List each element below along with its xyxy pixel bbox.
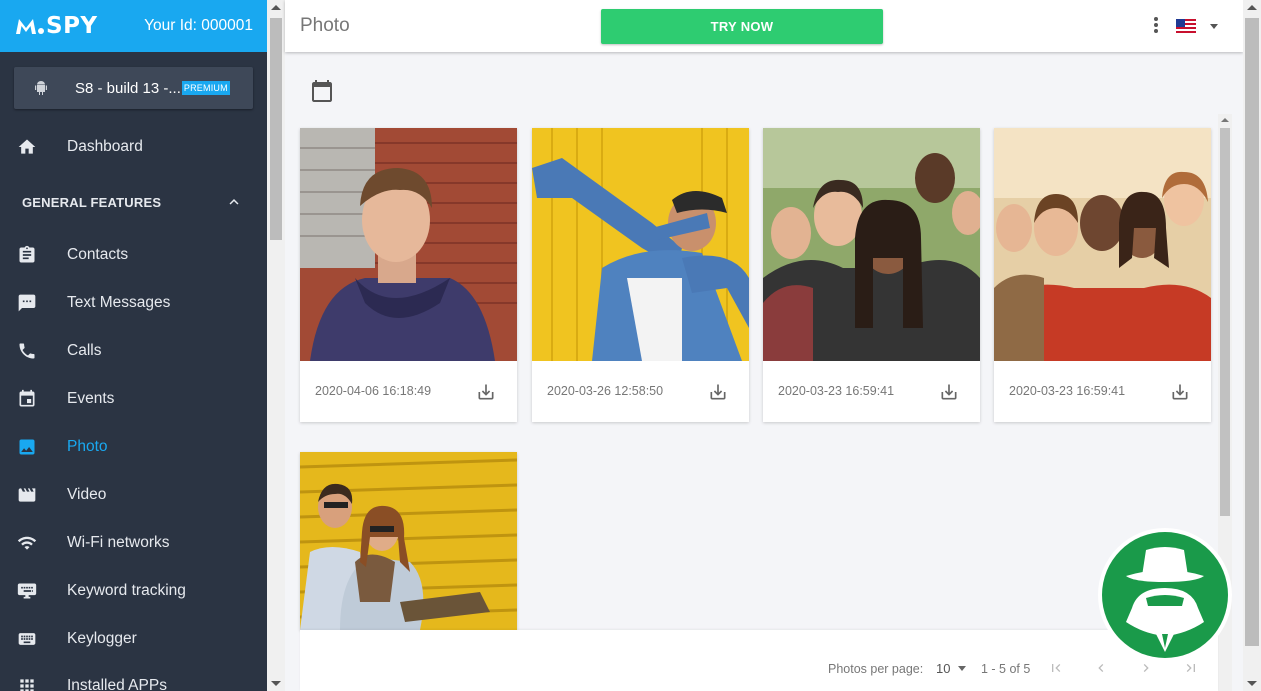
message-icon xyxy=(18,294,36,312)
scroll-up-arrow[interactable] xyxy=(271,5,281,10)
photo-group-friends-image xyxy=(994,128,1211,361)
sidebar-item-contacts[interactable]: Contacts xyxy=(0,235,267,275)
photo-couple-image xyxy=(300,452,517,630)
first-page-icon xyxy=(1052,664,1061,672)
photo-card[interactable]: 2020-03-23 16:59:41 xyxy=(994,128,1211,422)
download-button[interactable] xyxy=(476,382,496,402)
home-icon xyxy=(18,139,36,154)
language-dropdown-caret-icon[interactable] xyxy=(1210,24,1218,29)
spy-mascot-icon xyxy=(1098,528,1232,662)
photo-date: 2020-03-23 16:59:41 xyxy=(1009,384,1126,398)
scroll-up-arrow[interactable] xyxy=(1247,5,1257,10)
apps-grid-icon xyxy=(20,679,34,691)
per-page-label: Photos per page: xyxy=(828,662,924,676)
sidebar-item-events[interactable]: Events xyxy=(0,379,267,419)
photo-group-selfie-image xyxy=(763,128,980,361)
sidebar-item-calls[interactable]: Calls xyxy=(0,331,267,371)
scrollbar-thumb[interactable] xyxy=(1220,128,1230,516)
download-icon xyxy=(710,384,726,400)
photo-card[interactable] xyxy=(300,452,517,630)
download-button[interactable] xyxy=(1170,382,1190,402)
chevron-up-icon xyxy=(229,199,239,205)
scrollbar-thumb[interactable] xyxy=(1245,18,1259,646)
sidebar-item-label: Calls xyxy=(67,342,102,359)
calendar-icon xyxy=(312,80,332,102)
photo-thumbnail[interactable] xyxy=(763,128,980,361)
wifi-icon xyxy=(17,536,37,550)
photo-thumbnail[interactable] xyxy=(994,128,1211,361)
sidebar-item-label: Installed APPs xyxy=(67,677,167,691)
photo-date: 2020-03-23 16:59:41 xyxy=(778,384,895,398)
sidebar-item-wifi-networks[interactable]: Wi-Fi networks xyxy=(0,523,267,563)
page-scrollbar[interactable] xyxy=(1243,0,1261,691)
logo-dot xyxy=(38,28,44,34)
sidebar-item-label: Photo xyxy=(67,438,108,455)
sidebar-item-photo[interactable]: Photo xyxy=(0,427,267,467)
keyboard-icon xyxy=(17,583,37,599)
sidebar-item-label: Text Messages xyxy=(67,294,171,311)
brand-bar: SPY Your Id: 000001 xyxy=(0,0,267,52)
photo-date: 2020-04-06 16:18:49 xyxy=(315,384,432,398)
photo-dab-pose-image xyxy=(532,128,749,361)
logo-m-icon xyxy=(16,19,36,34)
scroll-up-arrow[interactable] xyxy=(1221,118,1229,122)
photo-card[interactable]: 2020-03-23 16:59:41 xyxy=(763,128,980,422)
date-filter-button[interactable] xyxy=(310,79,334,103)
sidebar-item-video[interactable]: Video xyxy=(0,475,267,515)
photo-card[interactable]: 2020-03-26 12:58:50 xyxy=(532,128,749,422)
first-page-button[interactable] xyxy=(1048,660,1064,676)
logo-text: SPY xyxy=(46,13,98,39)
section-title: GENERAL FEATURES xyxy=(22,194,162,210)
sidebar-item-label: Contacts xyxy=(67,246,129,263)
sidebar-item-keylogger[interactable]: Keylogger xyxy=(0,619,267,659)
sidebar-item-label: Events xyxy=(67,390,115,407)
android-icon xyxy=(35,81,47,95)
calendar-icon xyxy=(19,389,35,407)
download-icon xyxy=(478,384,494,400)
scrollbar-thumb[interactable] xyxy=(270,18,282,240)
per-page-caret-icon[interactable] xyxy=(958,666,966,671)
device-selector[interactable]: S8 - build 13 -... PREMIUM xyxy=(14,67,253,109)
sidebar-item-label: Keyword tracking xyxy=(67,582,186,599)
photo-thumbnail[interactable] xyxy=(300,128,517,361)
download-icon xyxy=(941,384,957,400)
download-icon xyxy=(1172,384,1188,400)
premium-badge: PREMIUM xyxy=(181,81,230,95)
per-page-select[interactable]: 10 xyxy=(936,661,950,676)
scroll-down-arrow[interactable] xyxy=(271,681,281,686)
page-title: Photo xyxy=(300,15,350,36)
us-flag-icon[interactable] xyxy=(1176,19,1196,33)
sidebar-item-label: Wi-Fi networks xyxy=(67,534,170,551)
film-icon xyxy=(18,488,36,502)
download-button[interactable] xyxy=(939,382,959,402)
sidebar-item-label: Keylogger xyxy=(67,630,137,647)
clipboard-icon xyxy=(19,245,35,263)
top-header: Photo TRY NOW xyxy=(285,0,1243,52)
sidebar: SPY Your Id: 000001 S8 - build 13 -... P… xyxy=(0,0,267,691)
sidebar-item-keyword-tracking[interactable]: Keyword tracking xyxy=(0,571,267,611)
download-button[interactable] xyxy=(708,382,728,402)
pagination-range: 1 - 5 of 5 xyxy=(981,662,1031,676)
more-vert-icon[interactable] xyxy=(1151,17,1161,35)
sidebar-item-label: Video xyxy=(67,486,107,503)
phone-icon xyxy=(19,343,35,359)
try-now-button[interactable]: TRY NOW xyxy=(601,9,883,44)
sidebar-scrollbar[interactable] xyxy=(267,0,285,691)
sidebar-item-label: Dashboard xyxy=(67,138,143,155)
photo-card[interactable]: 2020-04-06 16:18:49 xyxy=(300,128,517,422)
sidebar-item-text-messages[interactable]: Text Messages xyxy=(0,283,267,323)
mspy-logo[interactable]: SPY xyxy=(15,13,98,39)
image-icon xyxy=(19,439,35,455)
photo-date: 2020-03-26 12:58:50 xyxy=(547,384,664,398)
user-id: Your Id: 000001 xyxy=(144,17,253,34)
sidebar-item-dashboard[interactable]: Dashboard xyxy=(0,127,267,167)
photo-thumbnail[interactable] xyxy=(532,128,749,361)
pagination-bar: Photos per page: 10 1 - 5 of 5 xyxy=(300,630,1218,691)
sidebar-item-installed-apps[interactable]: Installed APPs xyxy=(0,666,267,691)
photo-teen-boy-image xyxy=(300,128,517,361)
general-features-section[interactable]: GENERAL FEATURES xyxy=(0,184,267,220)
keyboard-icon xyxy=(18,633,36,645)
scroll-down-arrow[interactable] xyxy=(1247,681,1257,686)
device-name: S8 - build 13 -... xyxy=(75,79,181,97)
